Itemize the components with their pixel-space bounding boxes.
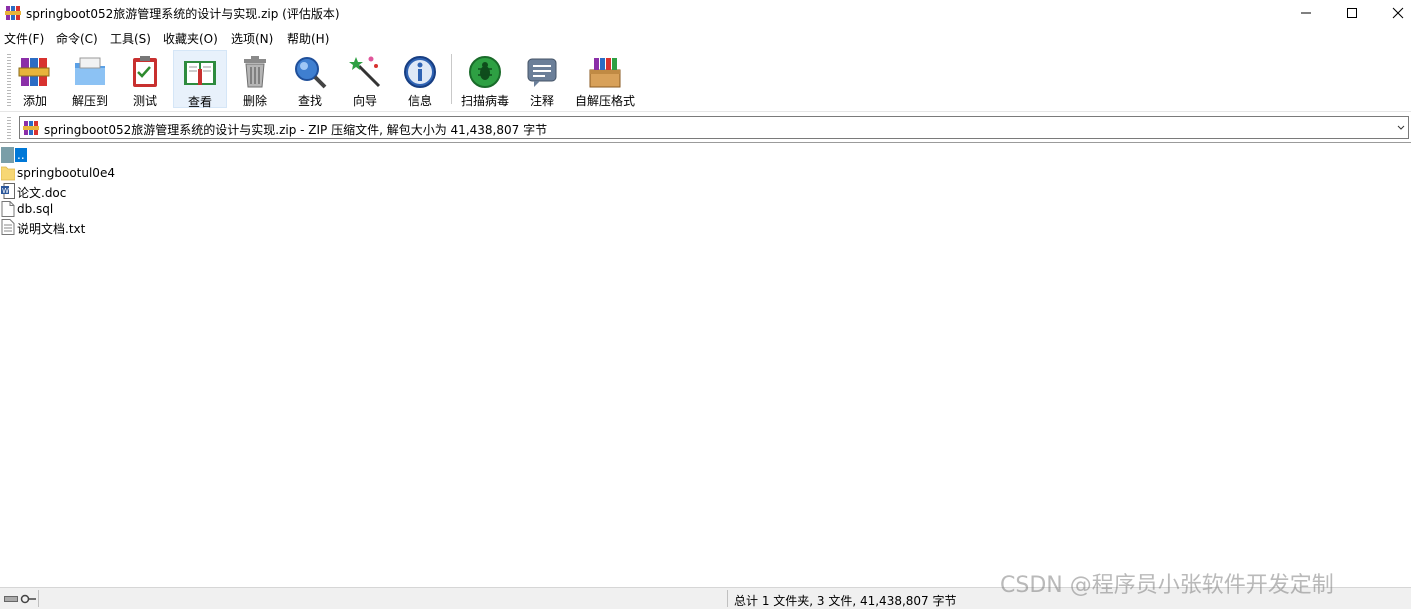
folder-extract-icon [75, 57, 105, 85]
list-item-file[interactable]: db.sql [0, 200, 300, 218]
file-name: springbootul0e4 [17, 166, 115, 180]
comment-label: 注释 [529, 94, 554, 108]
winrar-app-icon[interactable] [5, 5, 21, 21]
status-summary: 总计 1 文件夹, 3 文件, 41,438,807 字节 [734, 594, 957, 608]
magnifier-icon [295, 57, 327, 89]
file-list[interactable]: .. springbootul0e4 W 论文.doc db.sql 说明文档.… [0, 146, 1411, 584]
folder-icon [1, 166, 15, 181]
sfx-button[interactable]: 自解压格式 [572, 50, 638, 108]
menu-commands[interactable]: 命令(C) [56, 30, 98, 47]
view-button[interactable]: 查看 [173, 50, 227, 109]
view-label: 查看 [187, 95, 212, 109]
file-name: db.sql [17, 202, 54, 216]
file-name: 论文.doc [17, 186, 67, 200]
addressbar-grip[interactable] [7, 117, 11, 139]
sfx-box-icon [589, 58, 621, 88]
chevron-down-icon[interactable] [1396, 121, 1406, 135]
comment-icon [527, 58, 557, 87]
status-separator [38, 590, 39, 607]
add-button[interactable]: 添加 [8, 50, 62, 108]
status-separator [727, 590, 728, 607]
list-item-text[interactable]: 说明文档.txt [0, 218, 300, 236]
window-title: springboot052旅游管理系统的设计与实现.zip (评估版本) [26, 7, 340, 21]
wizard-label: 向导 [352, 94, 377, 108]
extract-to-button[interactable]: 解压到 [63, 50, 117, 108]
word-document-icon: W [1, 183, 15, 199]
virus-scan-icon [469, 56, 501, 88]
trash-can-icon [244, 56, 266, 88]
test-label: 测试 [132, 94, 157, 108]
close-icon [1392, 7, 1404, 19]
menu-help[interactable]: 帮助(H) [287, 30, 329, 47]
blank-file-icon [1, 201, 15, 217]
menu-bar: 文件(F) 命令(C) 工具(S) 收藏夹(O) 选项(N) 帮助(H) [0, 28, 1411, 48]
open-book-icon [184, 61, 216, 85]
title-bar: springboot052旅游管理系统的设计与实现.zip (评估版本) [0, 0, 1411, 26]
menu-options[interactable]: 选项(N) [231, 30, 273, 47]
toolbar: 添加 解压到 测试 查看 删除 查找 向导 信息 扫描病毒 注释 自解压格式 [0, 48, 1411, 112]
extract-to-label: 解压到 [71, 94, 108, 108]
find-button[interactable]: 查找 [283, 50, 337, 108]
virus-scan-label: 扫描病毒 [460, 94, 509, 108]
sfx-label: 自解压格式 [574, 94, 635, 108]
test-button[interactable]: 测试 [118, 50, 172, 108]
clipboard-check-icon [133, 56, 157, 87]
magic-wand-icon [349, 56, 381, 88]
list-item-folder[interactable]: springbootul0e4 [0, 164, 300, 182]
maximize-button[interactable] [1329, 0, 1375, 26]
menu-favorites[interactable]: 收藏夹(O) [163, 30, 218, 47]
archive-icon [23, 121, 39, 135]
list-item-word[interactable]: W 论文.doc [0, 182, 300, 200]
find-label: 查找 [297, 94, 322, 108]
address-bar[interactable]: springboot052旅游管理系统的设计与实现.zip - ZIP 压缩文件… [19, 116, 1409, 139]
list-divider [0, 142, 1411, 143]
virus-scan-button[interactable]: 扫描病毒 [458, 50, 512, 108]
close-button[interactable] [1375, 0, 1411, 26]
minimize-icon [1301, 12, 1311, 14]
delete-label: 删除 [242, 94, 267, 108]
file-name: 说明文档.txt [17, 222, 86, 236]
file-name: .. [15, 148, 27, 162]
comment-button[interactable]: 注释 [515, 50, 569, 108]
menu-file[interactable]: 文件(F) [4, 30, 44, 47]
delete-button[interactable]: 删除 [228, 50, 282, 108]
parent-folder-icon [1, 147, 14, 163]
maximize-icon [1347, 8, 1357, 18]
svg-text:W: W [2, 187, 9, 195]
text-file-icon [1, 219, 15, 235]
menu-tools[interactable]: 工具(S) [110, 30, 151, 47]
info-icon [404, 56, 436, 88]
list-item-parent[interactable]: .. [0, 146, 300, 164]
watermark: CSDN @程序员小张软件开发定制 [1000, 573, 1334, 598]
wizard-button[interactable]: 向导 [338, 50, 392, 108]
drive-key-icon[interactable] [3, 592, 37, 606]
toolbar-separator [451, 54, 452, 104]
books-add-icon [18, 58, 50, 86]
minimize-button[interactable] [1283, 0, 1329, 26]
add-label: 添加 [22, 94, 47, 108]
address-text: springboot052旅游管理系统的设计与实现.zip - ZIP 压缩文件… [44, 123, 548, 137]
info-button[interactable]: 信息 [393, 50, 447, 108]
info-label: 信息 [407, 94, 432, 108]
